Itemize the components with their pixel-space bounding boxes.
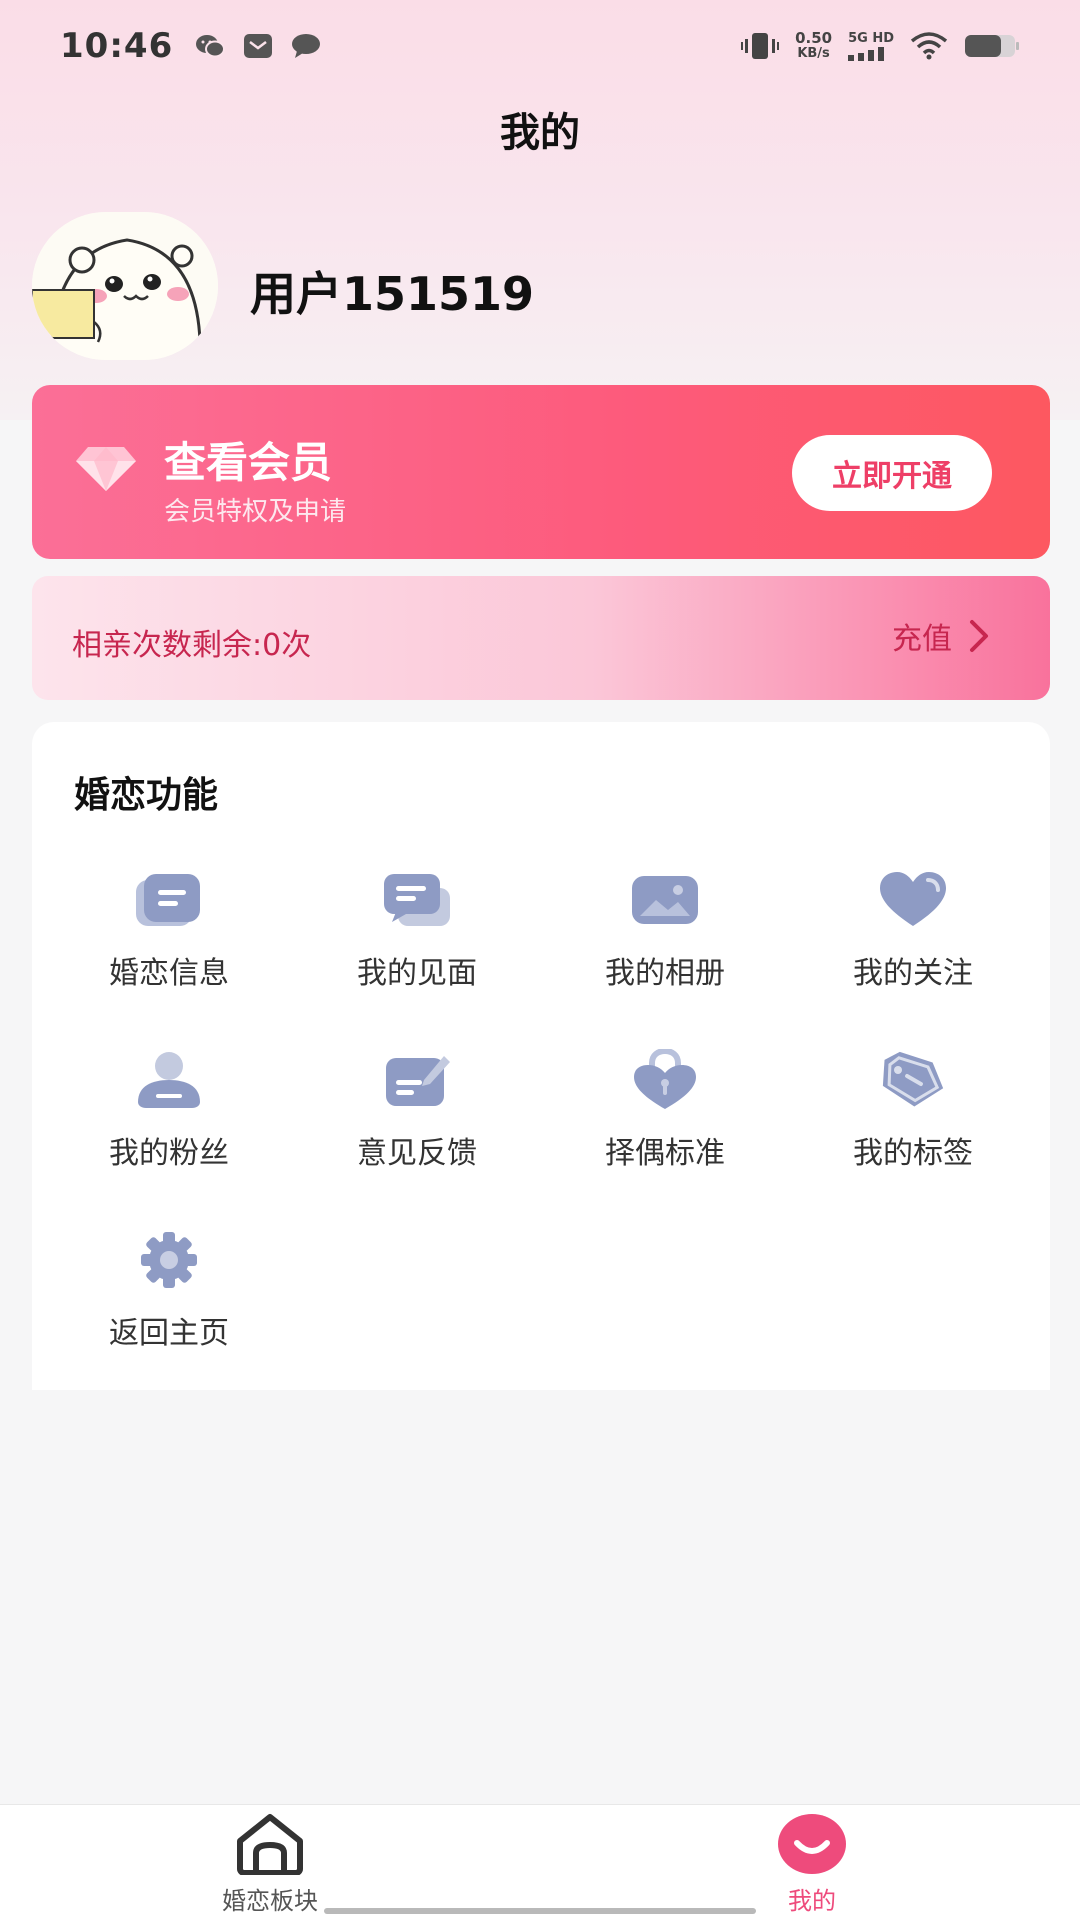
member-card[interactable]: 查看会员 会员特权及申请 立即开通 xyxy=(32,385,1050,559)
wifi-icon xyxy=(910,32,948,60)
info-card-icon xyxy=(136,874,200,926)
menu-item-label: 婚恋信息 xyxy=(109,956,229,991)
signal-icon xyxy=(848,46,885,61)
nav-item-mine[interactable]: 我的 xyxy=(732,1813,892,1916)
recharge-card: 相亲次数剩余:0次 充值 xyxy=(32,576,1050,700)
avatar[interactable] xyxy=(32,212,218,360)
menu-item-label: 我的粉丝 xyxy=(109,1136,229,1171)
open-membership-button[interactable]: 立即开通 xyxy=(792,435,992,511)
member-subtitle: 会员特权及申请 xyxy=(164,497,347,527)
nav-item-home[interactable]: 婚恋板块 xyxy=(190,1813,350,1916)
menu-item-my-meetings[interactable]: 我的见面 xyxy=(317,864,517,992)
user-icon xyxy=(138,1052,200,1108)
menu-item-my-follows[interactable]: 我的关注 xyxy=(813,864,1013,992)
member-title: 查看会员 xyxy=(164,438,333,487)
menu-item-label: 我的相册 xyxy=(605,956,725,991)
chat-bubbles-icon xyxy=(384,874,450,926)
chevron-right-icon xyxy=(970,620,988,652)
recharge-label: 充值 xyxy=(892,622,952,657)
status-time: 10:46 xyxy=(60,26,174,66)
menu-item-my-album[interactable]: 我的相册 xyxy=(565,864,765,992)
network-speed: 0.50 KB/s xyxy=(795,29,833,62)
bottom-nav: 婚恋板块 我的 xyxy=(0,1804,1080,1920)
menu-item-my-tags[interactable]: 我的标签 xyxy=(813,1044,1013,1172)
diamond-icon xyxy=(76,447,136,491)
username: 用户151519 xyxy=(250,267,535,321)
status-bar: 10:46 0.50 KB/s 5G HD xyxy=(0,0,1080,92)
chat-icon xyxy=(292,34,321,58)
page-title: 我的 xyxy=(500,110,580,156)
vibrate-icon xyxy=(741,33,780,59)
recharge-link[interactable]: 充值 xyxy=(892,614,990,658)
net-speed-unit: KB/s xyxy=(797,46,830,61)
functions-card: 婚恋功能 婚恋信息 我的见面 我的相册 我的关注 我的粉丝 意见反馈 择偶标准 … xyxy=(32,722,1050,1390)
menu-item-marriage-info[interactable]: 婚恋信息 xyxy=(69,864,269,992)
tag-icon xyxy=(882,1051,944,1107)
functions-title: 婚恋功能 xyxy=(74,775,219,816)
home-indicator[interactable] xyxy=(324,1908,756,1914)
photo-icon xyxy=(632,876,698,924)
gear-icon xyxy=(141,1232,197,1288)
net-speed-value: 0.50 xyxy=(795,29,833,47)
wechat-icon xyxy=(196,35,226,58)
menu-item-my-fans[interactable]: 我的粉丝 xyxy=(69,1044,269,1172)
heart-lock-icon xyxy=(634,1049,696,1109)
network-type: 5G HD xyxy=(848,30,894,46)
mail-icon xyxy=(244,34,273,58)
heart-icon xyxy=(880,872,946,926)
menu-item-label: 我的见面 xyxy=(357,956,477,991)
menu-item-feedback[interactable]: 意见反馈 xyxy=(317,1044,517,1172)
menu-item-label: 返回主页 xyxy=(109,1316,229,1351)
menu-item-partner-criteria[interactable]: 择偶标准 xyxy=(565,1044,765,1172)
menu-item-label: 我的标签 xyxy=(853,1136,973,1171)
battery-icon xyxy=(965,35,1019,57)
menu-item-label: 我的关注 xyxy=(853,956,973,991)
home-icon xyxy=(237,1814,303,1876)
feedback-icon xyxy=(386,1056,450,1106)
menu-item-label: 择偶标准 xyxy=(605,1136,725,1171)
menu-item-back-home[interactable]: 返回主页 xyxy=(69,1224,269,1352)
smile-icon xyxy=(778,1814,846,1874)
nav-label-mine: 我的 xyxy=(788,1887,836,1915)
remaining-count: 相亲次数剩余:0次 xyxy=(72,628,312,663)
menu-item-label: 意见反馈 xyxy=(357,1136,477,1171)
